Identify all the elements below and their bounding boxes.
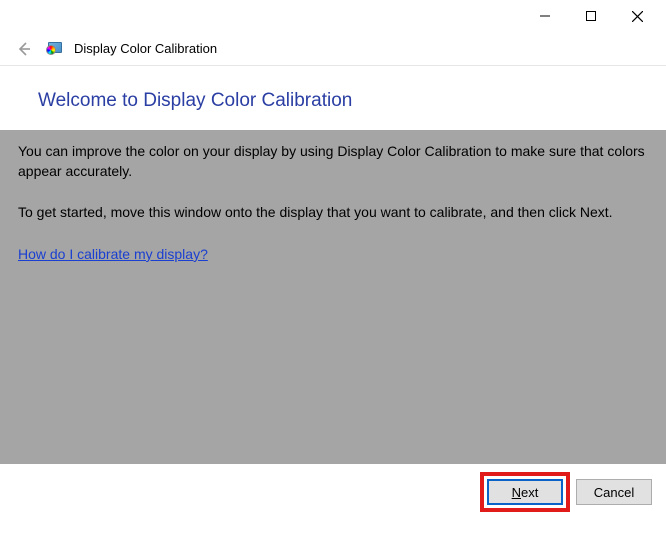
help-link[interactable]: How do I calibrate my display? [18, 246, 208, 262]
next-button[interactable]: Next [487, 479, 563, 505]
close-button[interactable] [614, 1, 660, 31]
intro-paragraph: You can improve the color on your displa… [18, 142, 648, 181]
page-heading-area: Welcome to Display Color Calibration [0, 66, 666, 130]
header-title: Display Color Calibration [74, 41, 217, 56]
cancel-button[interactable]: Cancel [576, 479, 652, 505]
app-icon [46, 40, 64, 58]
instruction-paragraph: To get started, move this window onto th… [18, 203, 648, 223]
page-heading: Welcome to Display Color Calibration [38, 90, 628, 112]
next-button-highlight: Next [480, 472, 570, 512]
minimize-button[interactable] [522, 1, 568, 31]
header-bar: Display Color Calibration [0, 32, 666, 66]
button-bar: Next Cancel [0, 464, 666, 520]
back-icon[interactable] [12, 37, 36, 61]
window-titlebar [0, 0, 666, 32]
content-panel: You can improve the color on your displa… [0, 130, 666, 464]
maximize-button[interactable] [568, 1, 614, 31]
